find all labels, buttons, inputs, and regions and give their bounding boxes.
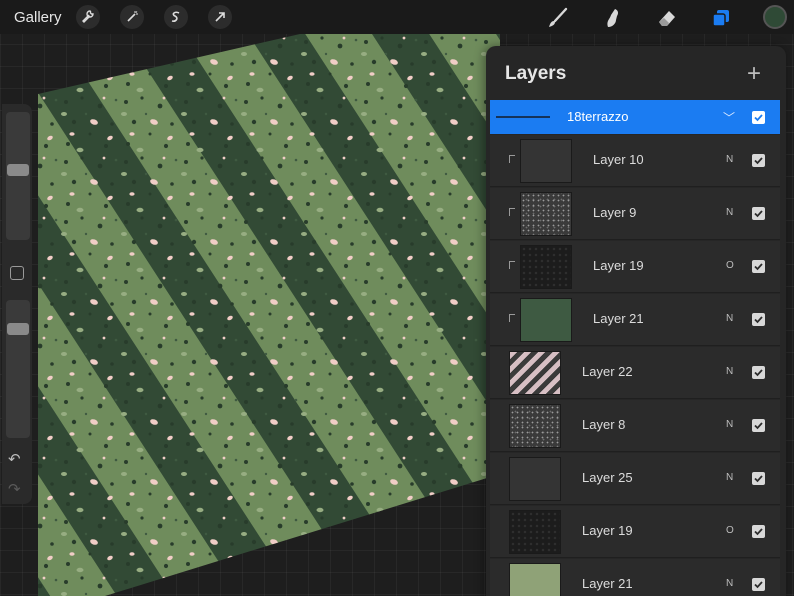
selection-icon[interactable]	[164, 5, 188, 29]
layer-row[interactable]: Layer 22 N	[490, 347, 780, 399]
add-layer-icon[interactable]: +	[747, 60, 761, 88]
gallery-button[interactable]: Gallery	[14, 9, 62, 26]
layer-row[interactable]: Layer 25 N	[490, 453, 780, 505]
color-swatch[interactable]	[763, 5, 787, 29]
clipping-mask-icon	[509, 155, 515, 163]
layer-name: Layer 25	[582, 470, 633, 485]
layer-visibility-checkbox[interactable]	[752, 313, 765, 326]
magic-wand-icon[interactable]	[120, 5, 144, 29]
layer-thumbnail[interactable]	[509, 510, 561, 554]
layer-row[interactable]: Layer 8 N	[490, 400, 780, 452]
layer-thumbnail[interactable]	[509, 404, 561, 448]
brush-size-handle[interactable]	[7, 164, 29, 176]
opacity-handle[interactable]	[7, 323, 29, 335]
layer-name: Layer 10	[593, 152, 644, 167]
clipping-mask-icon	[509, 314, 515, 322]
opacity-slider[interactable]	[6, 300, 30, 438]
redo-icon[interactable]: ↷	[8, 480, 21, 498]
layer-name: Layer 21	[582, 576, 633, 591]
eraser-icon[interactable]	[654, 5, 680, 31]
smudge-icon[interactable]	[600, 5, 626, 31]
terrazzo-artwork	[38, 34, 500, 596]
wrench-icon[interactable]	[76, 5, 100, 29]
layer-name: Layer 21	[593, 311, 644, 326]
group-thumbnail	[496, 116, 550, 118]
layers-icon[interactable]	[708, 5, 734, 31]
layer-thumbnail[interactable]	[509, 457, 561, 501]
layer-thumbnail[interactable]	[509, 563, 561, 596]
undo-icon[interactable]: ↶	[8, 450, 21, 468]
layer-row[interactable]: Layer 21 N	[490, 559, 780, 596]
layer-visibility-checkbox[interactable]	[752, 366, 765, 379]
layer-row[interactable]: Layer 19 O	[490, 506, 780, 558]
layer-thumbnail[interactable]	[520, 298, 572, 342]
layer-row[interactable]: Layer 19 O	[490, 241, 780, 293]
layer-visibility-checkbox[interactable]	[752, 525, 765, 538]
blend-mode-button[interactable]: N	[726, 313, 733, 324]
brush-icon[interactable]	[545, 5, 571, 31]
blend-mode-button[interactable]: N	[726, 207, 733, 218]
layer-row[interactable]: Layer 9 N	[490, 188, 780, 240]
layer-thumbnail[interactable]	[520, 139, 572, 183]
top-toolbar: Gallery	[0, 0, 794, 34]
layer-visibility-checkbox[interactable]	[752, 578, 765, 591]
layer-name: Layer 22	[582, 364, 633, 379]
group-visibility-checkbox[interactable]	[752, 111, 765, 124]
transform-arrow-icon[interactable]	[208, 5, 232, 29]
blend-mode-button[interactable]: N	[726, 366, 733, 377]
layer-visibility-checkbox[interactable]	[752, 207, 765, 220]
group-name: 18terrazzo	[567, 109, 629, 124]
clipping-mask-icon	[509, 208, 515, 216]
layer-thumbnail[interactable]	[520, 245, 572, 289]
layer-visibility-checkbox[interactable]	[752, 154, 765, 167]
brush-size-slider[interactable]	[6, 112, 30, 240]
layer-group-row[interactable]: 18terrazzo ﹀	[490, 100, 780, 134]
layer-visibility-checkbox[interactable]	[752, 419, 765, 432]
layer-name: Layer 9	[593, 205, 637, 220]
modify-button[interactable]	[10, 266, 24, 280]
clipping-mask-icon	[509, 261, 515, 269]
layer-row[interactable]: Layer 21 N	[490, 294, 780, 346]
blend-mode-button[interactable]: N	[726, 472, 733, 483]
layer-name: Layer 19	[593, 258, 644, 273]
blend-mode-button[interactable]: O	[726, 260, 734, 271]
layers-title: Layers	[505, 63, 567, 84]
left-sidebar: ↶ ↷	[2, 104, 32, 504]
blend-mode-button[interactable]: O	[726, 525, 734, 536]
blend-mode-button[interactable]: N	[726, 154, 733, 165]
blend-mode-button[interactable]: N	[726, 419, 733, 430]
layer-name: Layer 19	[582, 523, 633, 538]
layer-name: Layer 8	[582, 417, 626, 432]
layers-panel: Layers + 18terrazzo ﹀ Layer 10 N Layer 9NL…	[486, 46, 786, 596]
layer-thumbnail[interactable]	[509, 351, 561, 395]
chevron-down-icon[interactable]: ﹀	[723, 109, 735, 126]
blend-mode-button[interactable]: N	[726, 578, 733, 589]
layer-visibility-checkbox[interactable]	[752, 260, 765, 273]
layer-thumbnail[interactable]	[520, 192, 572, 236]
artwork-canvas[interactable]	[0, 34, 500, 596]
layer-row[interactable]: Layer 10 N	[490, 135, 780, 187]
layer-visibility-checkbox[interactable]	[752, 472, 765, 485]
